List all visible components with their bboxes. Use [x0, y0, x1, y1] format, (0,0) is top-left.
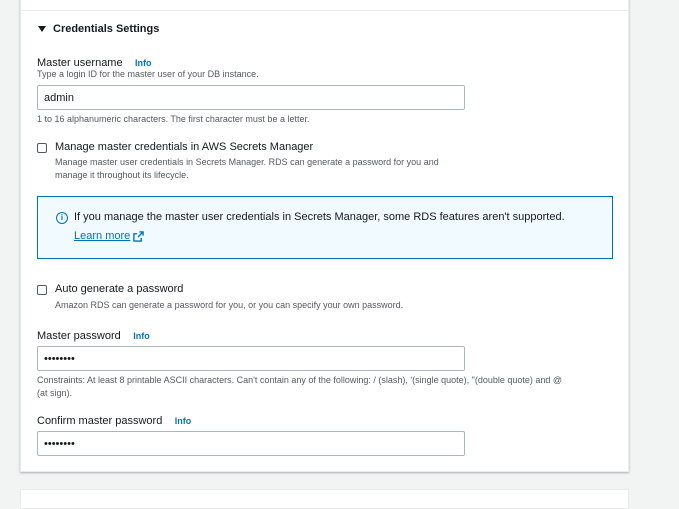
master-password-label: Master password — [37, 330, 121, 342]
auto-generate-checkbox[interactable] — [37, 285, 47, 295]
confirm-password-label: Confirm master password — [37, 415, 163, 427]
master-password-input[interactable] — [37, 346, 465, 371]
master-password-info-link[interactable]: Info — [133, 331, 150, 341]
auto-generate-description: Amazon RDS can generate a password for y… — [55, 300, 404, 310]
confirm-password-info-link[interactable]: Info — [175, 416, 192, 426]
confirm-password-label-row: Confirm master password Info — [37, 411, 191, 429]
auto-generate-label[interactable]: Auto generate a password — [55, 283, 183, 295]
master-username-info-link[interactable]: Info — [135, 58, 152, 68]
master-password-constraint-line2: (at sign). — [37, 388, 73, 398]
master-password-label-row: Master password Info — [37, 326, 150, 344]
external-link-icon — [133, 230, 145, 242]
secrets-manager-description-line1: Manage master user credentials in Secret… — [55, 157, 439, 167]
learn-more-label[interactable]: Learn more — [74, 230, 130, 242]
master-username-input[interactable] — [37, 85, 465, 110]
section-title: Credentials Settings — [53, 23, 160, 35]
info-circle-icon: i — [56, 212, 68, 224]
confirm-password-input[interactable] — [37, 431, 465, 456]
secrets-manager-info-alert: i If you manage the master user credenti… — [37, 196, 613, 259]
secrets-manager-label[interactable]: Manage master credentials in AWS Secrets… — [55, 141, 313, 153]
secrets-manager-checkbox[interactable] — [37, 143, 47, 153]
master-username-description: Type a login ID for the master user of y… — [37, 69, 259, 79]
alert-text: If you manage the master user credential… — [74, 211, 565, 223]
master-username-constraint: 1 to 16 alphanumeric characters. The fir… — [37, 114, 310, 124]
master-password-constraint-line1: Constraints: At least 8 printable ASCII … — [37, 375, 563, 385]
caret-down-icon[interactable] — [38, 26, 46, 32]
divider — [21, 10, 628, 11]
secrets-manager-description-line2: manage it throughout its lifecycle. — [55, 170, 189, 180]
learn-more-link[interactable]: Learn more — [74, 230, 145, 242]
section-header[interactable]: Credentials Settings — [38, 23, 159, 35]
next-section-panel — [20, 489, 629, 509]
credentials-panel: Credentials Settings Master username Inf… — [20, 0, 629, 472]
